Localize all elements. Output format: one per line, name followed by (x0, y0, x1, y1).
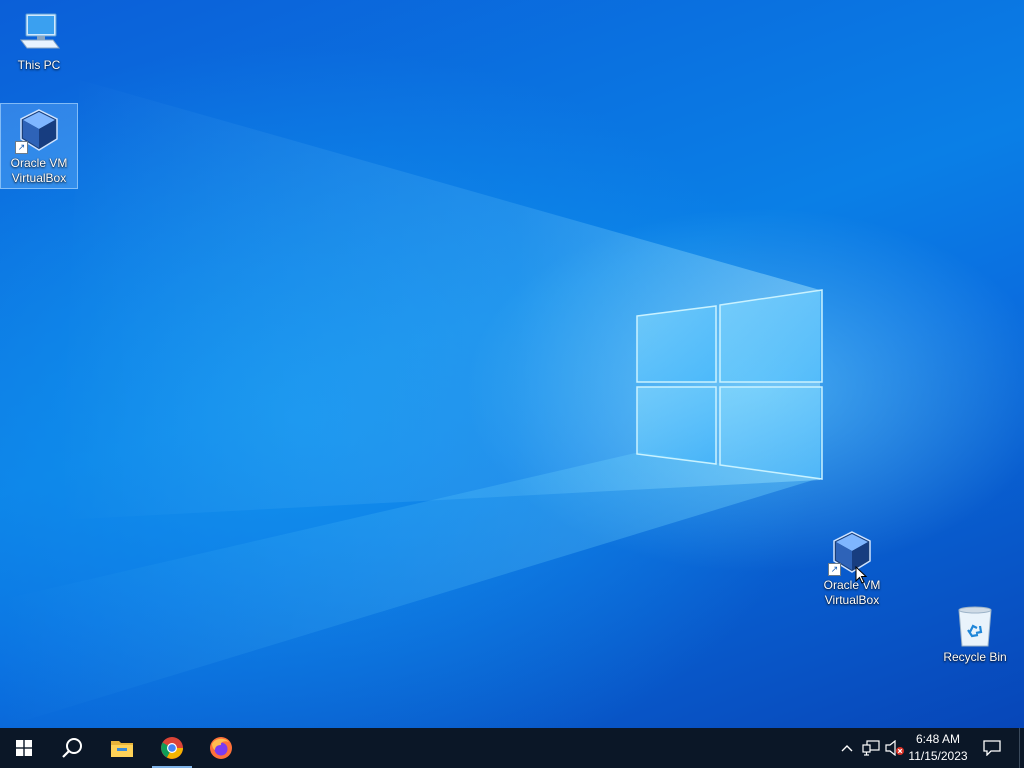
desktop-icon-recycle-bin[interactable]: Recycle Bin (937, 598, 1013, 665)
desktop-icon-label: This PC (17, 58, 61, 72)
recycle-bin-icon (951, 602, 999, 648)
firefox-button[interactable] (197, 728, 245, 768)
firefox-icon (210, 737, 232, 759)
desktop-icon-virtualbox-selected[interactable]: ↗ Oracle VM VirtualBox (0, 103, 78, 189)
network-icon (862, 740, 880, 756)
computer-icon (15, 10, 63, 56)
desktop-icon-label: Oracle VM VirtualBox (823, 578, 881, 607)
clock-date: 11/15/2023 (908, 749, 968, 763)
desktop-icon-label: Recycle Bin (943, 650, 1007, 664)
wallpaper-light-beam (0, 80, 820, 728)
show-hidden-icons-button[interactable] (838, 728, 856, 768)
folder-icon (111, 741, 133, 757)
desktop-icon-this-pc[interactable]: This PC (1, 6, 77, 73)
shortcut-arrow-icon: ↗ (828, 563, 841, 576)
clock[interactable]: 6:48 AM 11/15/2023 (904, 728, 972, 768)
virtualbox-icon: ↗ (828, 530, 876, 576)
chrome-icon (161, 737, 183, 759)
clock-time: 6:48 AM (915, 732, 961, 746)
network-button[interactable] (860, 728, 882, 768)
windows-logo-icon (16, 740, 32, 756)
start-button[interactable] (0, 728, 48, 768)
virtualbox-icon: ↗ (15, 108, 63, 154)
search-button[interactable] (48, 728, 96, 768)
search-icon (62, 738, 82, 758)
chrome-button[interactable] (148, 728, 196, 768)
shortcut-arrow-icon: ↗ (15, 141, 28, 154)
show-desktop-button[interactable] (1019, 728, 1024, 768)
file-explorer-button[interactable] (98, 728, 146, 768)
action-center-button[interactable] (978, 728, 1006, 768)
taskbar: 6:48 AM 11/15/2023 (0, 728, 1024, 768)
desktop-icon-label: Oracle VM VirtualBox (10, 156, 68, 185)
desktop-icon-virtualbox[interactable]: ↗ Oracle VM VirtualBox (814, 526, 890, 608)
volume-muted-icon (885, 740, 904, 756)
action-center-icon (983, 740, 1001, 756)
chevron-up-icon (841, 745, 853, 752)
wallpaper-windows-logo (636, 289, 823, 480)
desktop[interactable]: This PC ↗ Oracle VM VirtualBox ↗ Oracle (0, 0, 1024, 728)
mouse-cursor-icon (855, 566, 867, 584)
volume-button[interactable] (884, 728, 906, 768)
